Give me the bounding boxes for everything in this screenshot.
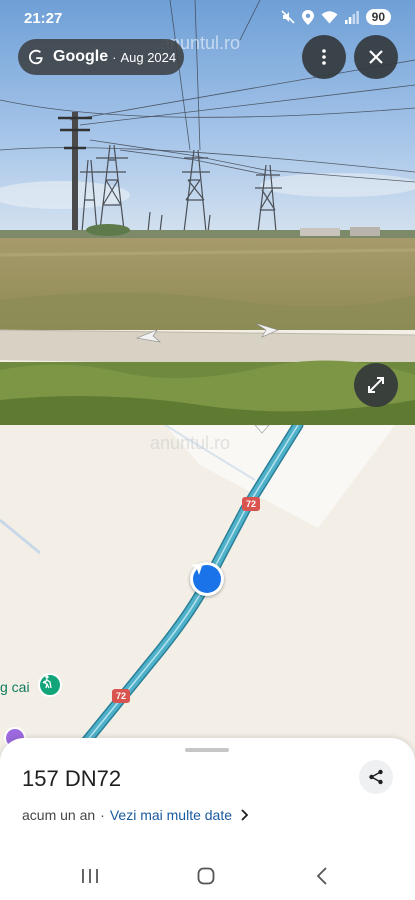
fullscreen-button[interactable] <box>354 363 398 407</box>
status-bar: 21:27 90 <box>0 0 415 36</box>
street-view-info-chip[interactable]: Google · Aug 2024 <box>18 39 184 75</box>
route-shield: 72 <box>112 689 130 703</box>
map-watermark: anuntul.ro <box>150 433 231 453</box>
home-icon <box>197 867 215 885</box>
drag-handle[interactable] <box>185 748 229 752</box>
chevron-right-icon[interactable] <box>240 809 249 821</box>
hiking-icon <box>42 675 52 689</box>
recents-icon <box>82 869 98 883</box>
share-icon <box>369 769 383 785</box>
more-vert-icon <box>322 49 326 65</box>
poi-label[interactable]: g cai <box>0 679 30 695</box>
back-button[interactable] <box>307 864 337 888</box>
map-view[interactable]: anuntul.ro 72 72 <box>0 425 415 760</box>
wifi-icon <box>321 11 338 24</box>
capture-date: Aug 2024 <box>120 49 177 65</box>
direction-arrow-icon <box>191 563 203 575</box>
recents-button[interactable] <box>75 864 105 888</box>
status-icons: 90 <box>281 9 391 25</box>
map-minor-road <box>0 518 41 555</box>
back-icon <box>316 867 327 885</box>
share-button[interactable] <box>359 760 393 794</box>
poi-marker[interactable] <box>38 673 62 697</box>
location-icon <box>301 9 314 25</box>
close-icon <box>369 50 383 64</box>
capture-info-row: acum un an · Vezi mai multe date <box>22 807 249 823</box>
chip-brand: Google <box>53 48 109 65</box>
close-button[interactable] <box>354 35 398 79</box>
meta-separator: · <box>100 807 105 823</box>
current-location-marker[interactable] <box>190 562 224 596</box>
chip-separator: · <box>112 49 117 65</box>
capture-age: acum un an <box>22 807 96 823</box>
fullscreen-icon <box>368 377 384 393</box>
mute-icon <box>281 10 295 24</box>
system-nav-bar <box>0 852 415 900</box>
google-g-icon <box>27 48 45 66</box>
place-title: 157 DN72 <box>22 766 122 791</box>
battery-level: 90 <box>365 9 391 25</box>
home-button[interactable] <box>191 864 221 888</box>
more-dates-link[interactable]: Vezi mai multe date <box>110 807 232 823</box>
signal-icon <box>344 10 359 24</box>
route-shield: 72 <box>242 497 260 511</box>
more-options-button[interactable] <box>302 35 346 79</box>
status-time: 21:27 <box>24 10 63 27</box>
